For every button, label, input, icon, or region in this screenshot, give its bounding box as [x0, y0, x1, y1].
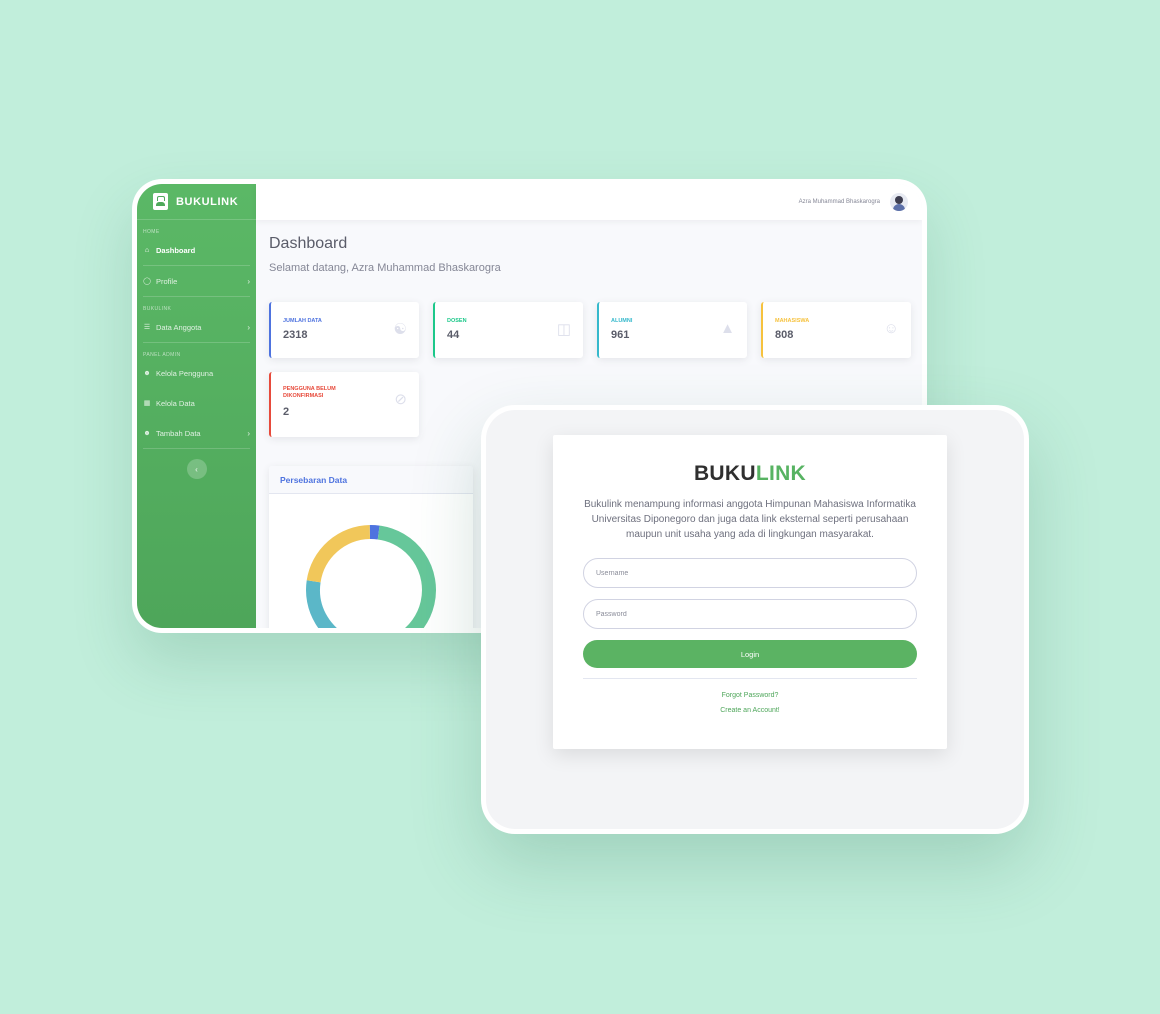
sidebar-item-kelola-data[interactable]: ▦ Kelola Data	[137, 388, 256, 418]
users-slash-icon: ⊘	[394, 391, 407, 408]
login-logo: BUKULINK	[553, 462, 947, 486]
chart-title: Persebaran Data	[269, 466, 473, 494]
stat-label: ALUMNI	[611, 318, 633, 324]
users-cog-icon: ☻	[143, 369, 151, 377]
sidebar-item-dashboard[interactable]: ⌂ Dashboard	[137, 235, 256, 265]
sidebar-brand[interactable]: BUKULINK	[137, 184, 256, 220]
page-title: Dashboard	[269, 235, 348, 252]
stat-value: 961	[611, 329, 630, 341]
sidebar-item-label: Data Anggota	[156, 322, 202, 332]
donut-slice-alumni[interactable]	[353, 525, 436, 628]
logo-part-link: LINK	[755, 462, 807, 485]
home-icon: ⌂	[144, 246, 150, 254]
stat-card-mahasiswa[interactable]: MAHASISWA 808 ☺	[761, 302, 911, 358]
sidebar-item-label: Profile	[156, 276, 178, 286]
stat-label: PENGGUNA BELUM DIKONFIRMASI	[283, 386, 336, 399]
chevron-right-icon: ›	[247, 276, 250, 286]
file-icon: ▦	[143, 400, 151, 407]
stat-value: 44	[447, 329, 460, 341]
stat-label: DOSEN	[447, 318, 467, 324]
user-plus-icon: ☻	[143, 429, 151, 437]
stat-label: JUMLAH DATA	[283, 318, 322, 324]
chevron-right-icon: ›	[247, 322, 250, 332]
list-icon: ☰	[143, 324, 151, 331]
stat-value: 2318	[283, 329, 308, 341]
sidebar-heading-admin: PANEL ADMIN	[143, 352, 181, 358]
topbar: Azra Muhammad Bhaskarogra	[256, 184, 922, 220]
sidebar-item-kelola-pengguna[interactable]: ☻ Kelola Pengguna	[137, 358, 256, 388]
login-button[interactable]: Login	[583, 640, 917, 668]
stat-value: 2	[283, 406, 290, 418]
login-description: Bukulink menampung informasi anggota Him…	[584, 499, 916, 540]
login-device-frame: BUKULINK Bukulink menampung informasi an…	[481, 405, 1029, 834]
stat-card-jumlah-data[interactable]: JUMLAH DATA 2318 ☯	[269, 302, 419, 358]
chevron-right-icon: ›	[247, 428, 250, 438]
donut-slice-mahasiswa-teal[interactable]	[306, 580, 353, 628]
donut-chart	[306, 525, 436, 628]
user-friends-icon: ☺	[883, 320, 899, 337]
address-book-icon	[153, 193, 168, 210]
login-card: BUKULINK Bukulink menampung informasi an…	[553, 435, 947, 749]
stat-card-pengguna-belum-dikonfirmasi[interactable]: PENGGUNA BELUM DIKONFIRMASI 2 ⊘	[269, 372, 419, 437]
sidebar-item-label: Kelola Pengguna	[156, 368, 214, 378]
chalkboard-teacher-icon: ◫	[556, 321, 571, 338]
divider	[583, 678, 917, 679]
sidebar-item-label: Kelola Data	[156, 398, 195, 408]
username-input[interactable]	[583, 558, 917, 588]
donut-slice-mahasiswa-yellow[interactable]	[306, 525, 371, 583]
password-input[interactable]	[583, 599, 917, 629]
stat-value: 808	[775, 329, 794, 341]
sidebar-heading-home: HOME	[143, 229, 160, 235]
sidebar-divider	[143, 448, 250, 449]
login-screen: BUKULINK Bukulink menampung informasi an…	[486, 410, 1024, 829]
forgot-password-link[interactable]: Forgot Password?	[553, 692, 947, 699]
graduate-icon: ▲	[720, 320, 735, 337]
stat-card-dosen[interactable]: DOSEN 44 ◫	[433, 302, 583, 358]
chevron-left-icon: ‹	[195, 464, 198, 474]
user-circle-icon: ◯	[143, 278, 151, 285]
sidebar-item-tambah-data[interactable]: ☻ Tambah Data ›	[137, 418, 256, 448]
stat-label: MAHASISWA	[775, 318, 810, 324]
sidebar-toggle-button[interactable]: ‹	[186, 459, 207, 479]
sidebar-item-label: Dashboard	[156, 245, 196, 255]
users-icon: ☯	[393, 321, 407, 338]
chart-card-persebaran: Persebaran Data	[269, 466, 473, 628]
sidebar-item-data-anggota[interactable]: ☰ Data Anggota ›	[137, 312, 256, 342]
sidebar: BUKULINK HOME ⌂ Dashboard ◯ Profile › BU…	[137, 184, 256, 628]
page-subtitle: Selamat datang, Azra Muhammad Bhaskarogr…	[269, 262, 501, 274]
brand-name: BUKULINK	[176, 195, 239, 208]
avatar[interactable]	[890, 193, 908, 211]
sidebar-item-label: Tambah Data	[156, 428, 201, 438]
sidebar-heading-bukulink: BUKULINK	[143, 306, 172, 312]
logo-part-buku: BUKU	[693, 462, 756, 485]
donut-slice-dosen[interactable]	[369, 525, 380, 540]
stat-card-alumni[interactable]: ALUMNI 961 ▲	[597, 302, 747, 358]
create-account-link[interactable]: Create an Account!	[553, 707, 947, 714]
topbar-user-name[interactable]: Azra Muhammad Bhaskarogra	[799, 199, 880, 205]
sidebar-item-profile[interactable]: ◯ Profile ›	[137, 266, 256, 296]
